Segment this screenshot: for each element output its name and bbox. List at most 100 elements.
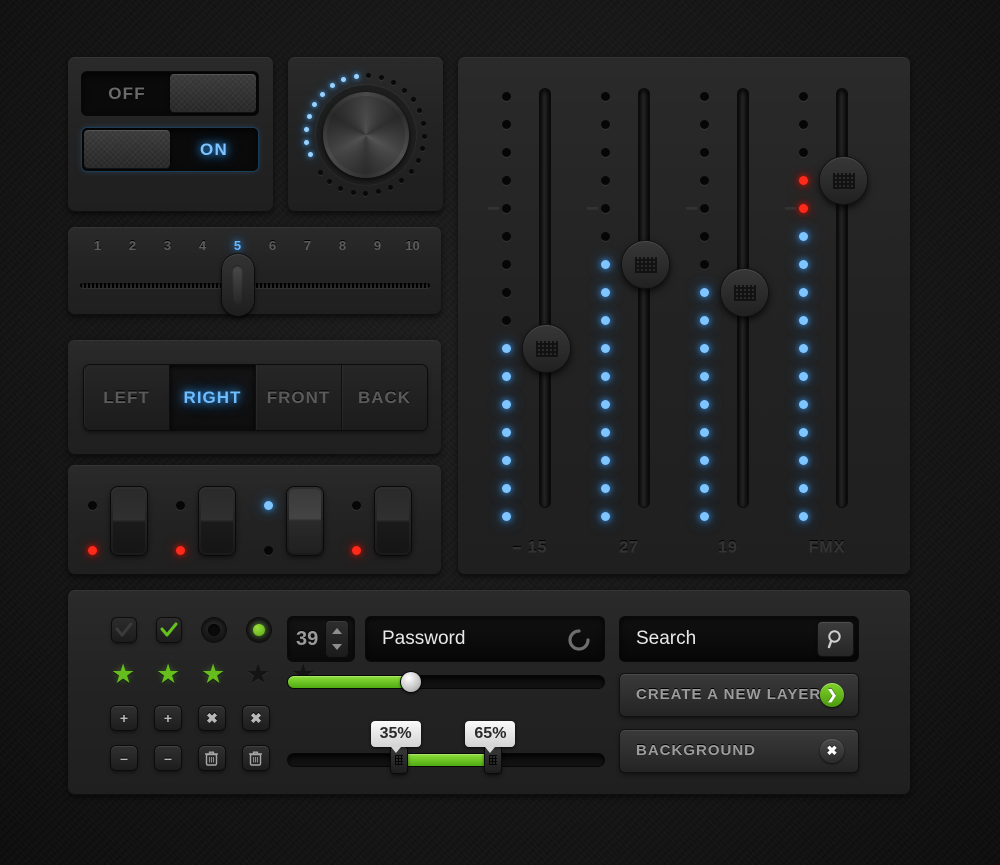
- delete-button-3[interactable]: [243, 746, 269, 770]
- rocker-switch-0[interactable]: [111, 487, 147, 555]
- mixer-channel-3: FMX: [777, 57, 877, 575]
- refresh-icon[interactable]: [567, 628, 591, 652]
- knob-cap: [326, 95, 405, 174]
- slider-tick-8[interactable]: 8: [332, 238, 354, 253]
- star-4[interactable]: ★: [246, 661, 270, 688]
- slider-handle[interactable]: [221, 254, 254, 316]
- mixer-led-blue: [502, 372, 511, 381]
- mixer-fader-track[interactable]: [837, 89, 847, 507]
- range-slider-track[interactable]: [288, 754, 604, 766]
- toggle-handle[interactable]: [170, 74, 256, 113]
- slider-tick-4[interactable]: 4: [192, 238, 214, 253]
- trash-icon: [205, 751, 218, 766]
- slider-tick-1[interactable]: 1: [87, 238, 109, 253]
- segment-back[interactable]: BACK: [342, 365, 427, 430]
- mixer-fader-track[interactable]: [540, 89, 550, 507]
- star-1[interactable]: ★: [111, 661, 135, 688]
- mixer-led-off: [601, 204, 610, 213]
- star-2[interactable]: ★: [156, 661, 180, 688]
- trash-icon: [249, 751, 262, 766]
- password-field[interactable]: Password: [366, 617, 604, 661]
- mixer-channel-label: 19: [718, 539, 738, 556]
- knob-led-off: [421, 133, 427, 139]
- segment-front[interactable]: FRONT: [256, 365, 342, 430]
- search-value: Search: [636, 628, 697, 649]
- mixer-led-blue: [700, 316, 709, 325]
- knob-led-off: [338, 185, 344, 191]
- add-button-0[interactable]: +: [111, 706, 137, 730]
- mixer-fader-track[interactable]: [639, 89, 649, 507]
- slider-tick-labels: 1 2 3 4 5 6 7 8 9 10: [80, 238, 430, 258]
- close-icon[interactable]: ✖: [820, 739, 844, 763]
- knob-led-on: [306, 113, 312, 119]
- mixer-led-blue: [601, 484, 610, 493]
- range-tooltip-high: 65%: [465, 721, 516, 753]
- slider-tick-9[interactable]: 9: [367, 238, 389, 253]
- chevron-down-icon[interactable]: [332, 644, 342, 650]
- mixer-led-blue: [799, 428, 808, 437]
- create-new-layer-button[interactable]: CREATE A NEW LAYER ❯: [620, 674, 858, 716]
- slider-tick-3[interactable]: 3: [157, 238, 179, 253]
- toggle-switch-on[interactable]: ON: [82, 128, 258, 171]
- slider-tick-7[interactable]: 7: [297, 238, 319, 253]
- knob-led-off: [391, 80, 397, 86]
- mixer-led-blue: [502, 484, 511, 493]
- spinner-arrows[interactable]: [326, 621, 348, 657]
- rotary-knob[interactable]: [301, 70, 431, 200]
- toggle-switch-off[interactable]: OFF: [82, 72, 258, 115]
- segment-left[interactable]: LEFT: [84, 365, 170, 430]
- slider-tick-6[interactable]: 6: [262, 238, 284, 253]
- slider-tick-10[interactable]: 10: [402, 238, 424, 253]
- search-button[interactable]: [818, 622, 853, 656]
- knob-led-on: [341, 77, 347, 83]
- add-button-1[interactable]: +: [155, 706, 181, 730]
- rocker-switch-panel: [68, 465, 441, 575]
- toggle-handle[interactable]: [84, 130, 170, 169]
- radio-off[interactable]: [202, 618, 226, 642]
- mixer-panel: – 15 27 19 FMX: [458, 57, 910, 575]
- slider-tick-2[interactable]: 2: [122, 238, 144, 253]
- checkbox-checked[interactable]: [157, 618, 181, 642]
- knob-led-off: [327, 178, 333, 184]
- mixer-led-blue: [601, 372, 610, 381]
- knob-led-off: [399, 178, 405, 184]
- slider-track[interactable]: [80, 283, 430, 288]
- checkbox-unchecked[interactable]: [112, 618, 136, 642]
- remove-button-0[interactable]: –: [111, 746, 137, 770]
- segmented-control[interactable]: LEFT RIGHT FRONT BACK: [84, 365, 427, 430]
- chevron-up-icon[interactable]: [332, 628, 342, 634]
- close-button-2[interactable]: ✖: [199, 706, 225, 730]
- star-3[interactable]: ★: [201, 661, 225, 688]
- rocker-switch-2[interactable]: [287, 487, 323, 555]
- search-field[interactable]: Search: [620, 617, 858, 661]
- mixer-fader-handle[interactable]: [622, 241, 669, 288]
- volume-slider-track[interactable]: [288, 676, 604, 688]
- rocker-switch-1[interactable]: [199, 487, 235, 555]
- background-layer-item[interactable]: BACKGROUND ✖: [620, 730, 858, 772]
- number-spinner[interactable]: 39: [288, 617, 354, 661]
- close-button-3[interactable]: ✖: [243, 706, 269, 730]
- remove-button-1[interactable]: –: [155, 746, 181, 770]
- rocker-led-top-1: [176, 501, 185, 510]
- mixer-fader-handle[interactable]: [820, 157, 867, 204]
- radio-dot: [208, 624, 220, 636]
- mixer-led-blue: [700, 288, 709, 297]
- rocker-switch-3[interactable]: [375, 487, 411, 555]
- slider-tick-5[interactable]: 5: [227, 238, 249, 253]
- rocker-face: [201, 489, 233, 553]
- mixer-fader-handle[interactable]: [721, 269, 768, 316]
- knob-led-off: [401, 87, 407, 93]
- mixer-led-off: [502, 288, 511, 297]
- mixer-channel-label: 27: [619, 539, 639, 556]
- mixer-led-off: [502, 232, 511, 241]
- chevron-right-icon[interactable]: ❯: [820, 683, 844, 707]
- knob-led-on: [312, 102, 318, 108]
- mixer-led-blue: [799, 456, 808, 465]
- delete-button-2[interactable]: [199, 746, 225, 770]
- knob-led-on: [304, 139, 310, 145]
- segment-right[interactable]: RIGHT: [170, 365, 256, 430]
- rocker-face: [377, 489, 409, 553]
- mixer-led-blue: [799, 512, 808, 521]
- mixer-fader-handle[interactable]: [523, 325, 570, 372]
- radio-on[interactable]: [247, 618, 271, 642]
